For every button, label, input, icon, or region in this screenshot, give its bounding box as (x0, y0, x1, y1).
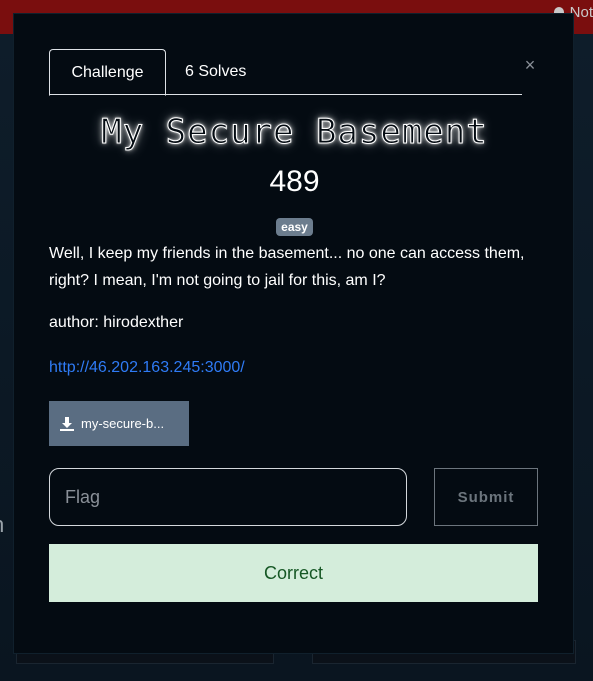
flag-input[interactable] (49, 468, 407, 526)
download-icon (60, 416, 74, 431)
challenge-url-link[interactable]: http://46.202.163.245:3000/ (49, 359, 245, 377)
submit-button[interactable]: Submit (434, 468, 538, 526)
download-file-label: my-secure-b... (81, 416, 165, 431)
challenge-tabs: Challenge 6 Solves (49, 49, 522, 96)
challenge-title: My Secure Basement (101, 112, 488, 153)
difficulty-badge-wrapper: easy (49, 218, 540, 236)
tab-challenge[interactable]: Challenge (49, 49, 166, 96)
download-file-button[interactable]: my-secure-b... (49, 401, 189, 446)
result-message: Correct (49, 544, 538, 602)
background-text-fragment: n (0, 512, 4, 538)
tab-solves[interactable]: 6 Solves (185, 49, 265, 95)
close-icon[interactable]: × (520, 56, 540, 76)
difficulty-badge: easy (276, 218, 313, 236)
challenge-description: Well, I keep my friends in the basement.… (49, 245, 525, 289)
challenge-points: 489 (269, 165, 320, 198)
challenge-author: author: hirodexther (49, 314, 184, 331)
